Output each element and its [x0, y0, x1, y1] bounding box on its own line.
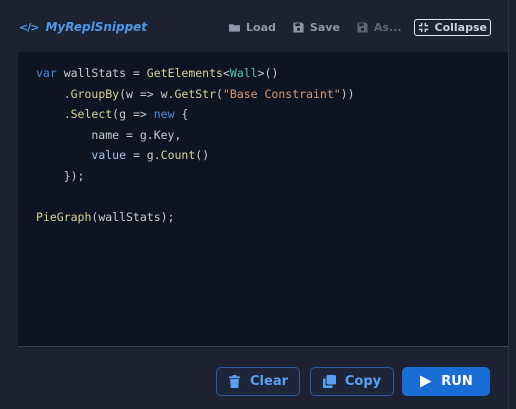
save-button[interactable]: Save — [293, 18, 340, 36]
copy-label: Copy — [344, 374, 382, 389]
action-bar: Clear Copy RUN — [0, 347, 508, 409]
snippet-title-text: MyReplSnippet — [45, 20, 148, 34]
floppy-icon — [293, 21, 304, 33]
repl-panel: </> MyReplSnippet Load Save As... Collap… — [0, 0, 516, 409]
folder-icon — [229, 23, 241, 32]
code-line: var wallStats = GetElements<Wall>() — [36, 66, 279, 80]
snippet-title: </> MyReplSnippet — [19, 18, 147, 36]
snippet-header: </> MyReplSnippet Load Save As... Collap… — [0, 0, 508, 52]
code-line: .GroupBy(w => w.GetStr("Base Constraint"… — [36, 86, 355, 101]
run-button[interactable]: RUN — [402, 367, 490, 396]
play-icon — [420, 375, 432, 388]
trash-icon — [228, 375, 241, 388]
load-button[interactable]: Load — [229, 18, 276, 36]
copy-button[interactable]: Copy — [310, 367, 394, 396]
code-line: .Select(g => new { — [36, 107, 189, 121]
code-line: name = g.Key, — [36, 127, 182, 142]
clear-button[interactable]: Clear — [216, 367, 300, 396]
save-as-button[interactable]: As... — [357, 18, 402, 36]
save-as-label: As... — [373, 20, 402, 34]
toolbar: Load Save As... Collapse — [212, 18, 491, 36]
code-content[interactable]: var wallStats = GetElements<Wall>() .Gro… — [36, 63, 355, 227]
code-line: PieGraph(wallStats); — [36, 209, 175, 224]
copy-icon — [322, 375, 336, 388]
code-line: }); — [36, 168, 85, 183]
code-editor[interactable]: var wallStats = GetElements<Wall>() .Gro… — [18, 52, 508, 347]
load-label: Load — [246, 20, 276, 34]
collapse-icon — [418, 22, 428, 32]
floppy-icon — [357, 21, 368, 33]
save-label: Save — [309, 20, 340, 34]
collapse-button[interactable]: Collapse — [413, 18, 491, 36]
run-label: RUN — [441, 374, 473, 389]
code-icon: </> — [19, 20, 39, 34]
clear-label: Clear — [250, 374, 288, 389]
code-line: value = g.Count() — [91, 148, 210, 162]
collapse-label: Collapse — [434, 20, 487, 34]
